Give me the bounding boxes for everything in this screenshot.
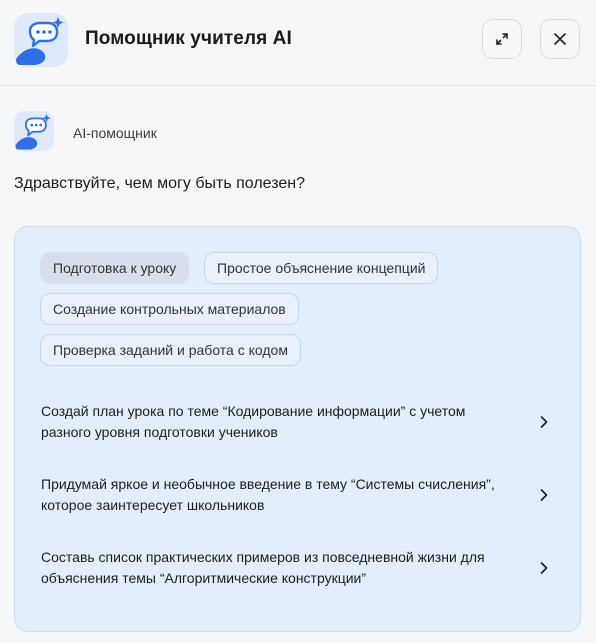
chevron-right-icon	[537, 561, 551, 575]
chevron-right-icon	[537, 488, 551, 502]
suggestion-item[interactable]: Составь список практических примеров из …	[41, 547, 561, 589]
close-button[interactable]	[540, 19, 580, 59]
tab-simple-explanation[interactable]: Простое объяснение концепций	[204, 252, 439, 284]
tab-test-materials[interactable]: Создание контрольных материалов	[40, 293, 299, 325]
expand-icon	[496, 33, 508, 45]
suggestion-item[interactable]: Придумай яркое и необычное введение в те…	[41, 474, 561, 516]
chevron-right-icon	[537, 415, 551, 429]
assistant-avatar-icon	[14, 111, 54, 151]
page-title: Помощник учителя AI	[85, 28, 292, 49]
expand-button[interactable]	[482, 19, 522, 59]
suggestion-item[interactable]: Создай план урока по теме “Кодирование и…	[41, 401, 561, 443]
suggestion-text: Придумай яркое и необычное введение в те…	[41, 476, 495, 513]
suggestion-text: Составь список практических примеров из …	[41, 549, 485, 586]
tab-checking-code[interactable]: Проверка заданий и работа с кодом	[40, 334, 301, 366]
close-icon	[554, 33, 566, 45]
prompt-suggestions-panel: Подготовка к уроку Простое объяснение ко…	[14, 226, 581, 632]
tab-lesson-prep[interactable]: Подготовка к уроку	[40, 252, 190, 284]
assistant-name: AI-помощник	[73, 125, 157, 141]
app-header: Помощник учителя AI	[0, 0, 596, 86]
assistant-logo-icon	[14, 13, 68, 67]
greeting-message: Здравствуйте, чем могу быть полезен?	[14, 175, 305, 192]
suggestion-text: Создай план урока по теме “Кодирование и…	[41, 403, 466, 440]
